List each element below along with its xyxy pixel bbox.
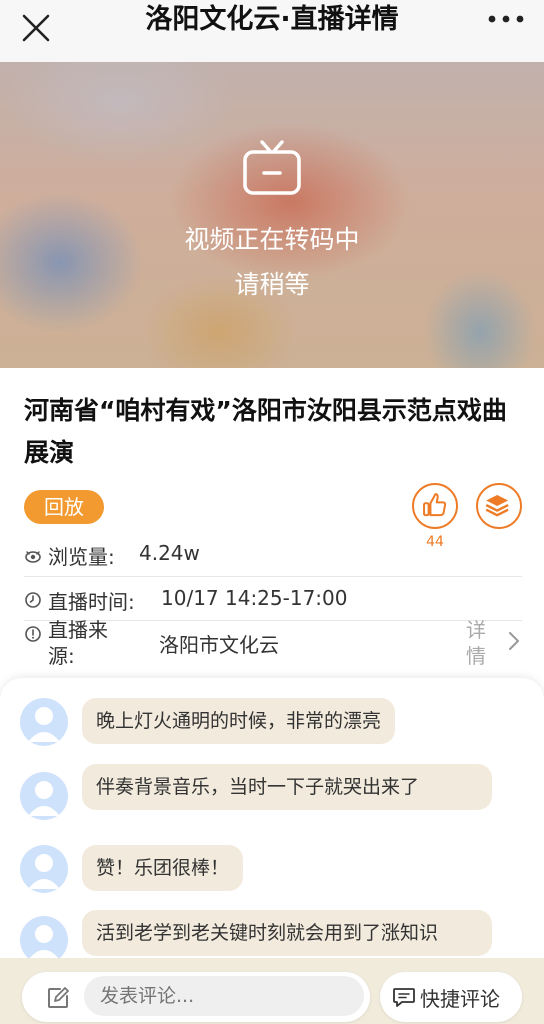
user-avatar-icon: [28, 781, 60, 816]
quick-comment-label: 快捷评论: [420, 987, 500, 1011]
comment-bar: 快捷评论: [0, 958, 544, 1024]
live-source-row: 直播来源: 洛阳市文化云 详情: [24, 617, 524, 669]
avatar: [20, 698, 68, 746]
comment-text: 活到老学到老关键时刻就会用到了涨知识: [82, 910, 492, 956]
live-time-value: 10/17 14:25-17:00: [161, 586, 348, 610]
comment-item: 赞！乐团很棒！: [20, 845, 500, 895]
please-wait-message: 请稍等: [234, 270, 310, 299]
live-time-label: 直播时间:: [48, 590, 135, 614]
layers-icon: [485, 495, 509, 517]
video-blur-overlay: [0, 62, 544, 368]
comment-input-wrapper[interactable]: [22, 972, 370, 1022]
avatar: [20, 845, 68, 893]
like-button[interactable]: [412, 483, 458, 529]
thumbs-up-icon: [423, 493, 447, 517]
layers-button[interactable]: [476, 483, 522, 529]
chevron-right-icon[interactable]: [508, 631, 520, 651]
quick-comment-button[interactable]: 快捷评论: [380, 972, 522, 1022]
avatar: [20, 772, 68, 820]
page-title: 洛阳文化云·直播详情: [145, 4, 399, 35]
live-source-label: 直播来源:: [48, 618, 108, 668]
divider: [24, 576, 522, 577]
live-source-value: 洛阳市文化云: [159, 633, 279, 657]
tv-icon: [243, 140, 301, 195]
replay-badge[interactable]: 回放: [24, 490, 104, 524]
user-avatar-icon: [28, 854, 60, 889]
views-label: 浏览量:: [48, 545, 115, 569]
chat-bubble-icon: [393, 988, 415, 1007]
transcoding-message: 视频正在转码中: [184, 225, 360, 254]
comment-text: 赞！乐团很棒！: [82, 845, 244, 891]
eye-icon: [25, 551, 41, 563]
top-bar: 洛阳文化云·直播详情: [0, 0, 544, 62]
video-player[interactable]: 视频正在转码中 请稍等: [0, 62, 544, 368]
user-avatar-icon: [28, 925, 60, 960]
info-icon: [25, 626, 41, 642]
avatar: [20, 916, 68, 964]
edit-icon: [48, 987, 69, 1008]
detail-link[interactable]: 详情: [466, 617, 490, 669]
comment-text: 伴奏背景音乐，当时一下子就哭出来了: [82, 764, 492, 810]
user-avatar-icon: [28, 707, 60, 742]
clock-icon: [25, 592, 41, 608]
comment-list[interactable]: 晚上灯火通明的时候，非常的漂亮 伴奏背景音乐，当时一下子就哭出来了 赞！乐团很棒…: [0, 678, 544, 968]
more-icon[interactable]: [486, 12, 526, 26]
comment-text: 晚上灯火通明的时候，非常的漂亮: [82, 698, 396, 744]
comment-item: 伴奏背景音乐，当时一下子就哭出来了: [20, 764, 500, 838]
comment-input[interactable]: [84, 976, 364, 1016]
comment-item: 晚上灯火通明的时候，非常的漂亮: [20, 698, 500, 748]
live-time-row: 直播时间: 10/17 14:25-17:00: [24, 586, 524, 614]
event-title: 河南省“咱村有戏”洛阳市汝阳县示范点戏曲展演: [24, 396, 507, 467]
views-value: 4.24w: [139, 541, 200, 565]
views-row: 浏览量: 4.24w: [24, 541, 524, 569]
